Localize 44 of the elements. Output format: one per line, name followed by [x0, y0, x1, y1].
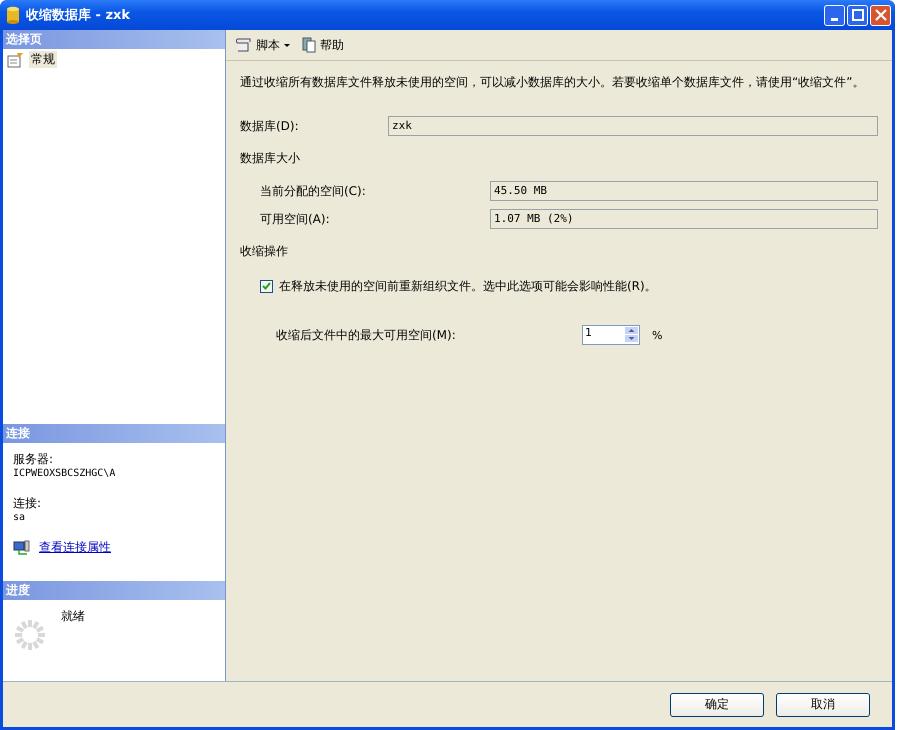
- max-free-space-label: 收缩后文件中的最大可用空间(M):: [276, 326, 457, 344]
- help-button[interactable]: 帮助: [298, 34, 347, 56]
- page-item[interactable]: 常规: [29, 51, 57, 68]
- spin-up-icon[interactable]: [625, 327, 638, 334]
- server-label: 服务器:: [13, 451, 54, 468]
- scroll-icon: [235, 37, 253, 53]
- section-header: 连接: [3, 424, 225, 443]
- progress-spinner-icon: [13, 618, 47, 652]
- close-icon: [874, 9, 886, 21]
- window-title: 收缩数据库 - zxk: [26, 6, 130, 24]
- section-header: 选择页: [3, 30, 225, 49]
- computer-icon: [13, 540, 31, 556]
- reorganize-label: 在释放未使用的空间前重新组织文件。选中此选项可能会影响性能(R)。: [279, 278, 657, 295]
- free-space-label: 可用空间(A):: [260, 210, 331, 228]
- dialog-button[interactable]: 取消: [776, 692, 870, 716]
- maximize-icon: [852, 9, 864, 21]
- allocated-space-label: 当前分配的空间(C):: [260, 182, 367, 200]
- reorganize-checkbox[interactable]: [260, 280, 273, 293]
- script-button[interactable]: 脚本: [232, 34, 294, 56]
- max-free-space-spinbox[interactable]: 1: [582, 325, 640, 345]
- maximize-button[interactable]: [847, 4, 868, 26]
- section-header: 进度: [3, 581, 225, 600]
- connection-user: sa: [13, 512, 26, 523]
- spin-down-icon[interactable]: [625, 335, 638, 342]
- database-label: 数据库(D):: [240, 118, 300, 134]
- database-icon: [6, 6, 20, 24]
- progress-status: 就绪: [61, 608, 85, 625]
- server-name: ICPWEOXSBCSZHGC\A: [13, 468, 116, 479]
- close-button[interactable]: [870, 4, 891, 26]
- connection-properties-link[interactable]: 查看连接属性: [39, 539, 111, 556]
- connection-label: 连接:: [13, 495, 42, 512]
- dialog-button[interactable]: 确定: [670, 692, 764, 716]
- minimize-button[interactable]: [824, 4, 845, 26]
- section-title: 收缩操作: [240, 243, 289, 260]
- database-field: zxk: [388, 116, 878, 136]
- percent-unit: %: [652, 328, 662, 342]
- caret-icon: [283, 42, 291, 48]
- properties-page-icon: [7, 52, 25, 68]
- free-space-field: 1.07 MB (2%): [490, 209, 878, 229]
- document-icon: [301, 37, 317, 53]
- description-text: 通过收缩所有数据库文件释放未使用的空间，可以减小数据库的大小。若要收缩单个数据库文件，请使用“收缩文件”。: [240, 75, 866, 90]
- minimize-icon: [831, 18, 838, 20]
- section-title: 数据库大小: [240, 150, 301, 167]
- allocated-space-field: 45.50 MB: [490, 181, 878, 201]
